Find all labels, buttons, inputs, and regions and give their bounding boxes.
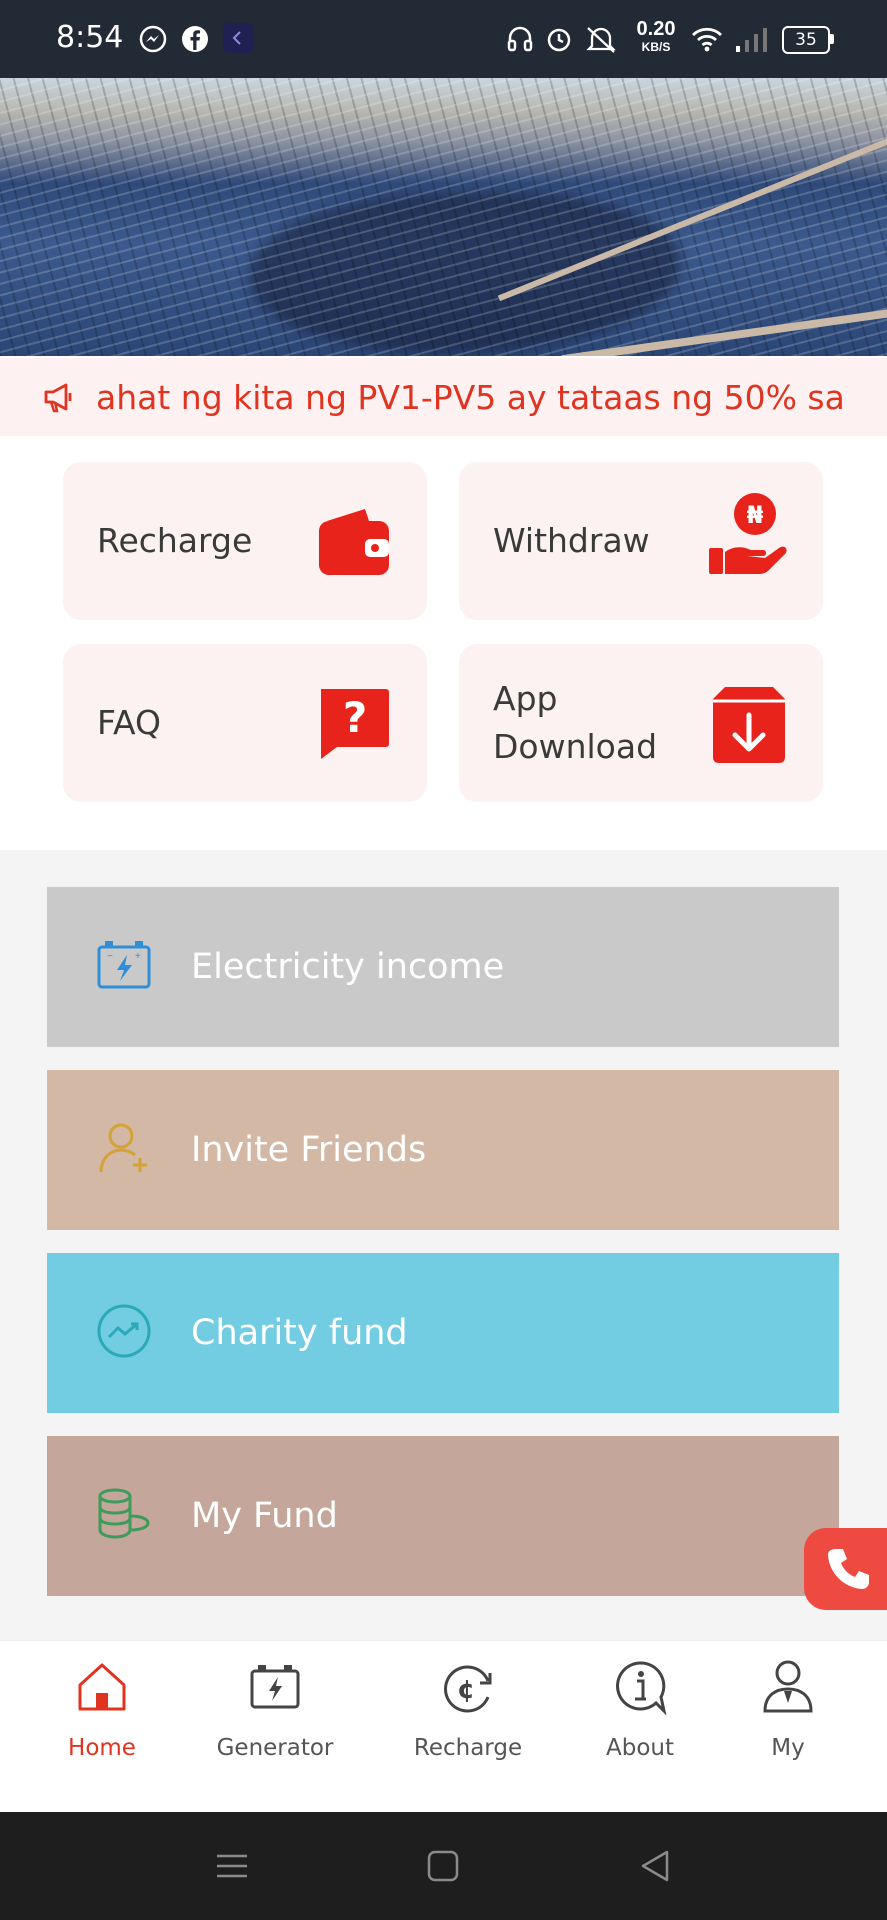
battery-tip: [830, 34, 834, 44]
svg-text:₦: ₦: [747, 501, 764, 529]
alarm-icon: [544, 24, 574, 59]
network-speed-unit: KB/S: [641, 40, 671, 54]
app-download-card-label: App Download: [493, 679, 658, 766]
trend-icon: [95, 1303, 153, 1364]
facebook-icon: [180, 24, 210, 59]
wifi-icon: [690, 24, 724, 59]
ticker-text: ahat ng kita ng PV1-PV5 ay tataas ng 50%…: [96, 378, 856, 417]
home-nav-icon[interactable]: [425, 1848, 461, 1889]
system-navigation-bar: [0, 1812, 887, 1920]
menu-nav-icon[interactable]: [214, 1848, 250, 1889]
withdraw-card-label: Withdraw: [493, 521, 650, 560]
cedi-refresh-icon: ¢: [438, 1659, 498, 1724]
electricity-income-row[interactable]: − + Electricity income: [47, 887, 839, 1047]
question-bubble-icon: ?: [315, 685, 391, 766]
network-speed-value: 0.20: [636, 18, 676, 40]
battery-icon: [247, 1659, 303, 1720]
bottom-tab-bar: Home Generator ¢ Recharge About My: [0, 1640, 887, 1811]
megaphone-icon: [42, 380, 76, 419]
network-speed: 0.20 KB/S: [634, 18, 678, 56]
wallet-icon: [315, 503, 391, 584]
electricity-income-label: Electricity income: [191, 947, 505, 987]
hand-coin-icon: ₦: [707, 492, 787, 583]
tab-my[interactable]: My: [713, 1641, 863, 1811]
hero-banner-image: [0, 78, 887, 356]
tab-home[interactable]: Home: [27, 1641, 177, 1811]
customer-service-button[interactable]: [804, 1528, 887, 1610]
info-bubble-icon: [612, 1659, 668, 1720]
tab-about-label: About: [605, 1735, 674, 1761]
home-icon: [74, 1659, 130, 1720]
app-notification-icon: [222, 22, 254, 59]
recharge-card-label: Recharge: [97, 521, 253, 560]
app-download-card[interactable]: App Download: [459, 644, 823, 802]
back-nav-icon[interactable]: [637, 1848, 673, 1889]
phone-icon: [824, 1545, 872, 1598]
quick-actions: Recharge Withdraw ₦ FAQ ? App Download: [0, 436, 887, 850]
charity-fund-row[interactable]: Charity fund: [47, 1253, 839, 1413]
solar-panel-rows: [0, 78, 887, 356]
status-bar: 8:54 0.20 KB/S 35: [0, 0, 887, 78]
invite-friends-row[interactable]: Invite Friends: [47, 1070, 839, 1230]
announcement-ticker[interactable]: ahat ng kita ng PV1-PV5 ay tataas ng 50%…: [0, 358, 887, 436]
download-box-icon: [711, 685, 787, 770]
withdraw-card[interactable]: Withdraw ₦: [459, 462, 823, 620]
svg-text:¢: ¢: [457, 1675, 475, 1705]
headset-icon: [505, 24, 535, 59]
status-time: 8:54: [56, 20, 124, 55]
recharge-card[interactable]: Recharge: [63, 462, 427, 620]
my-fund-row[interactable]: My Fund: [47, 1436, 839, 1596]
coins-icon: [95, 1486, 153, 1547]
faq-card[interactable]: FAQ ?: [63, 644, 427, 802]
charity-fund-label: Charity fund: [191, 1313, 408, 1353]
tab-home-label: Home: [68, 1735, 136, 1761]
tab-generator-label: Generator: [216, 1735, 334, 1761]
svg-text:−: −: [107, 951, 113, 962]
user-icon: [760, 1659, 816, 1720]
my-fund-label: My Fund: [191, 1496, 338, 1536]
tab-generator[interactable]: Generator: [200, 1641, 350, 1811]
tab-recharge-label: Recharge: [413, 1735, 523, 1761]
tab-recharge[interactable]: ¢ Recharge: [393, 1641, 543, 1811]
svg-text:+: +: [135, 951, 141, 962]
mute-icon: [584, 24, 618, 59]
add-user-icon: [95, 1120, 153, 1181]
tab-my-label: My: [771, 1735, 805, 1761]
menu-list: − + Electricity income Invite Friends Cha…: [0, 850, 887, 1640]
svg-text:?: ?: [343, 693, 367, 742]
tab-about[interactable]: About: [565, 1641, 715, 1811]
messenger-icon: [138, 24, 168, 59]
signal-icon: [734, 24, 770, 59]
battery-icon: − +: [95, 937, 153, 998]
faq-card-label: FAQ: [97, 703, 161, 742]
invite-friends-label: Invite Friends: [191, 1130, 427, 1170]
battery-indicator: 35: [782, 26, 830, 54]
